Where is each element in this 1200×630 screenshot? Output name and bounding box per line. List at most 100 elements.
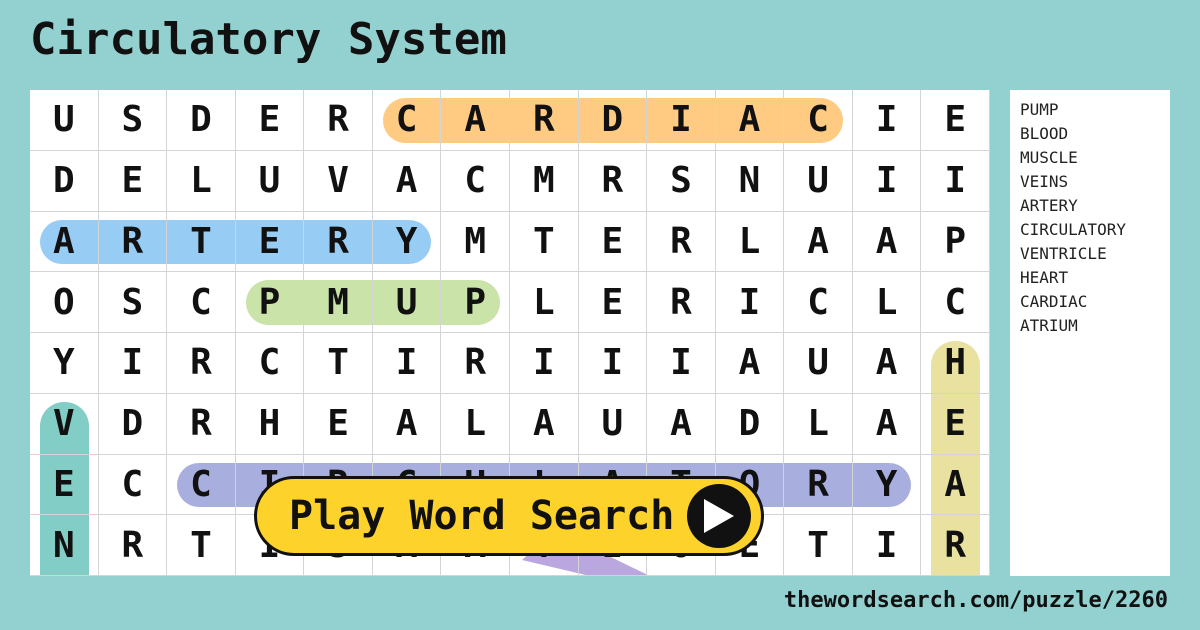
- grid-cell[interactable]: R: [304, 90, 373, 151]
- grid-cell[interactable]: U: [372, 272, 442, 333]
- grid-cell[interactable]: E: [235, 90, 305, 151]
- grid-cell[interactable]: I: [715, 272, 785, 333]
- grid-cell[interactable]: T: [510, 211, 579, 273]
- grid-cell[interactable]: R: [441, 333, 510, 394]
- grid-cell[interactable]: M: [441, 211, 510, 273]
- grid-cell[interactable]: D: [98, 393, 168, 455]
- grid-cell[interactable]: I: [98, 333, 168, 394]
- grid-cell[interactable]: U: [30, 90, 99, 151]
- grid-cell[interactable]: I: [647, 90, 716, 151]
- grid-cell[interactable]: I: [852, 515, 922, 576]
- grid-cell[interactable]: U: [784, 333, 853, 394]
- grid-cell[interactable]: Y: [30, 333, 99, 394]
- grid-cell[interactable]: A: [921, 454, 990, 516]
- grid-cell[interactable]: A: [715, 90, 785, 151]
- grid-cell[interactable]: Y: [852, 454, 922, 516]
- grid-cell[interactable]: D: [715, 393, 785, 455]
- puzzle-url[interactable]: thewordsearch.com/puzzle/2260: [784, 588, 1168, 613]
- grid-cell[interactable]: A: [715, 333, 785, 394]
- grid-cell[interactable]: S: [647, 150, 716, 212]
- grid-cell[interactable]: E: [304, 393, 373, 455]
- grid-cell[interactable]: U: [235, 150, 305, 212]
- grid-cell[interactable]: U: [578, 393, 648, 455]
- grid-cell[interactable]: R: [784, 454, 853, 516]
- grid-cell[interactable]: L: [510, 272, 579, 333]
- grid-cell[interactable]: C: [784, 272, 853, 333]
- grid-cell[interactable]: N: [30, 515, 99, 576]
- grid-cell[interactable]: D: [30, 150, 99, 212]
- grid-cell[interactable]: E: [98, 150, 168, 212]
- grid-cell[interactable]: S: [98, 90, 168, 151]
- grid-cell[interactable]: M: [510, 150, 579, 212]
- grid-cell[interactable]: L: [852, 272, 922, 333]
- grid-cell[interactable]: A: [441, 90, 510, 151]
- grid-cell[interactable]: I: [647, 333, 716, 394]
- grid-cell[interactable]: D: [167, 90, 236, 151]
- grid-cell[interactable]: C: [235, 333, 305, 394]
- grid-cell[interactable]: L: [167, 150, 236, 212]
- grid-cell[interactable]: S: [98, 272, 168, 333]
- grid-cell[interactable]: R: [510, 90, 579, 151]
- grid-cell[interactable]: E: [578, 211, 648, 273]
- grid-cell[interactable]: P: [921, 211, 990, 273]
- grid-cell[interactable]: I: [852, 150, 922, 212]
- grid-cell[interactable]: E: [578, 272, 648, 333]
- grid-cell[interactable]: R: [167, 393, 236, 455]
- grid-cell[interactable]: A: [647, 393, 716, 455]
- grid-cell[interactable]: A: [372, 150, 442, 212]
- page-title: Circulatory System: [30, 14, 507, 65]
- grid-cell[interactable]: H: [921, 333, 990, 394]
- grid-cell[interactable]: U: [784, 150, 853, 212]
- grid-cell[interactable]: A: [852, 393, 922, 455]
- grid-cell[interactable]: E: [921, 90, 990, 151]
- grid-cell[interactable]: R: [578, 150, 648, 212]
- grid-cell[interactable]: I: [921, 150, 990, 212]
- grid-cell[interactable]: I: [372, 333, 442, 394]
- play-word-search-button[interactable]: Play Word Search: [254, 476, 764, 556]
- grid-cell[interactable]: C: [921, 272, 990, 333]
- grid-cell[interactable]: L: [441, 393, 510, 455]
- grid-cell[interactable]: L: [784, 393, 853, 455]
- grid-cell[interactable]: A: [30, 211, 99, 273]
- grid-cell[interactable]: C: [167, 454, 236, 516]
- grid-cell[interactable]: N: [715, 150, 785, 212]
- grid-cell[interactable]: E: [30, 454, 99, 516]
- grid-cell[interactable]: T: [167, 211, 236, 273]
- grid-cell[interactable]: P: [441, 272, 510, 333]
- grid-cell[interactable]: E: [921, 393, 990, 455]
- grid-cell[interactable]: L: [715, 211, 785, 273]
- grid-cell[interactable]: I: [852, 90, 922, 151]
- grid-cell[interactable]: T: [167, 515, 236, 576]
- grid-cell[interactable]: V: [304, 150, 373, 212]
- grid-cell[interactable]: P: [235, 272, 305, 333]
- grid-cell[interactable]: C: [441, 150, 510, 212]
- grid-cell[interactable]: I: [578, 333, 648, 394]
- grid-cell[interactable]: T: [304, 333, 373, 394]
- grid-cell[interactable]: R: [98, 211, 168, 273]
- grid-cell[interactable]: R: [98, 515, 168, 576]
- grid-cell[interactable]: A: [784, 211, 853, 273]
- grid-cell[interactable]: Y: [372, 211, 442, 273]
- grid-cell[interactable]: V: [30, 393, 99, 455]
- grid-cell[interactable]: R: [647, 272, 716, 333]
- grid-cell[interactable]: C: [784, 90, 853, 151]
- grid-cell[interactable]: C: [98, 454, 168, 516]
- grid-cell[interactable]: C: [372, 90, 442, 151]
- grid-cell[interactable]: E: [235, 211, 305, 273]
- grid-cell[interactable]: T: [784, 515, 853, 576]
- grid-cell[interactable]: H: [235, 393, 305, 455]
- grid-cell[interactable]: M: [304, 272, 373, 333]
- grid-cell[interactable]: R: [304, 211, 373, 273]
- grid-cell[interactable]: I: [510, 333, 579, 394]
- grid-cell[interactable]: A: [372, 393, 442, 455]
- grid-cell[interactable]: A: [510, 393, 579, 455]
- word-list-item: CIRCULATORY: [1020, 220, 1126, 239]
- grid-cell[interactable]: O: [30, 272, 99, 333]
- grid-cell[interactable]: A: [852, 211, 922, 273]
- grid-cell[interactable]: R: [167, 333, 236, 394]
- grid-cell[interactable]: D: [578, 90, 648, 151]
- grid-cell[interactable]: C: [167, 272, 236, 333]
- grid-cell[interactable]: R: [921, 515, 990, 576]
- grid-cell[interactable]: R: [647, 211, 716, 273]
- grid-cell[interactable]: A: [852, 333, 922, 394]
